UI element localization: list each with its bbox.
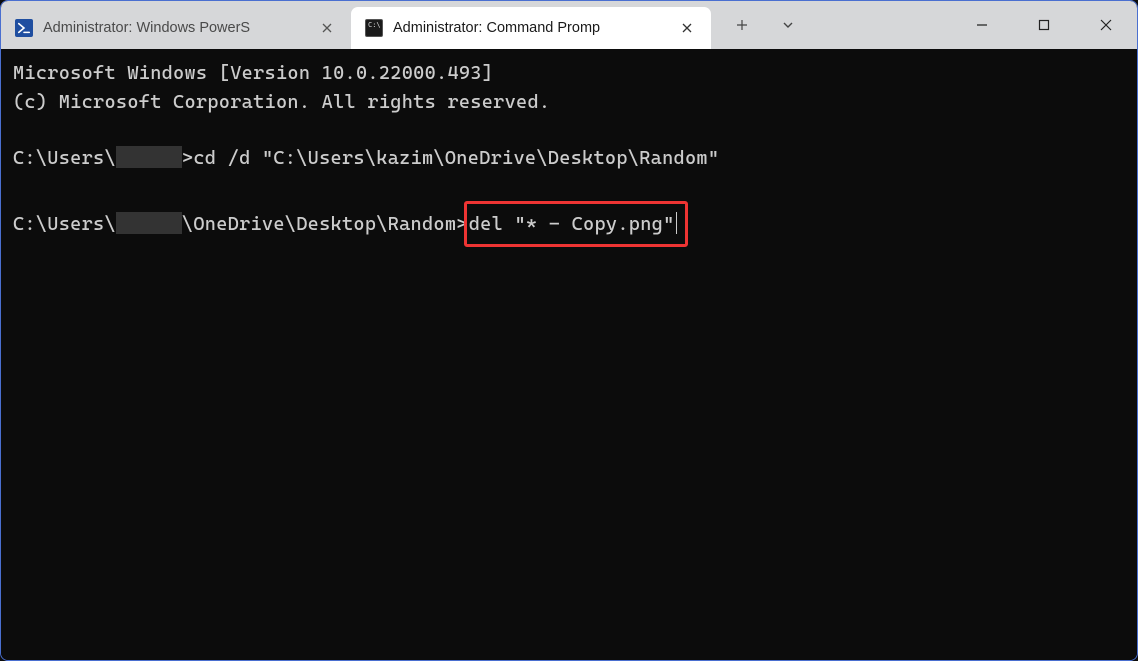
terminal-prompt-line: C:\Users\ >cd /d "C:\Users\kazim\OneDrive… xyxy=(13,144,1125,173)
terminal-line: Microsoft Windows [Version 10.0.22000.49… xyxy=(13,59,1125,88)
highlighted-command: del "* - Copy.png" xyxy=(464,201,688,248)
redacted-username xyxy=(116,146,182,168)
tab-close-button[interactable] xyxy=(677,18,697,38)
window-controls xyxy=(951,1,1137,49)
close-window-button[interactable] xyxy=(1075,1,1137,49)
tab-close-button[interactable] xyxy=(317,18,337,38)
prompt-path: \OneDrive\Desktop\Random> xyxy=(182,213,468,235)
terminal-prompt-line: C:\Users\ \OneDrive\Desktop\Random>del "*… xyxy=(13,201,1125,248)
prompt-prefix: C:\Users\ xyxy=(13,147,116,169)
tab-powershell[interactable]: Administrator: Windows PowerS xyxy=(1,7,351,49)
prompt-suffix: > xyxy=(182,147,193,169)
blank-line xyxy=(13,173,1125,201)
cmd-icon xyxy=(365,19,383,37)
tab-title: Administrator: Windows PowerS xyxy=(43,20,307,36)
new-tab-button[interactable] xyxy=(719,3,765,47)
powershell-icon xyxy=(15,19,33,37)
tab-cmd[interactable]: Administrator: Command Promp xyxy=(351,7,711,49)
prompt-prefix: C:\Users\ xyxy=(13,213,116,235)
terminal-output[interactable]: Microsoft Windows [Version 10.0.22000.49… xyxy=(1,49,1137,660)
maximize-button[interactable] xyxy=(1013,1,1075,49)
minimize-button[interactable] xyxy=(951,1,1013,49)
blank-line xyxy=(13,116,1125,144)
titlebar-actions xyxy=(711,1,811,49)
tab-dropdown-button[interactable] xyxy=(765,3,811,47)
command-text: cd /d "C:\Users\kazim\OneDrive\Desktop\R… xyxy=(193,147,719,169)
redacted-username xyxy=(116,212,182,234)
titlebar: Administrator: Windows PowerS Administra… xyxy=(1,1,1137,49)
terminal-window: Administrator: Windows PowerS Administra… xyxy=(0,0,1138,661)
command-text: del "* - Copy.png" xyxy=(469,213,675,235)
text-cursor xyxy=(676,212,677,234)
terminal-line: (c) Microsoft Corporation. All rights re… xyxy=(13,88,1125,117)
tab-title: Administrator: Command Promp xyxy=(393,20,667,36)
